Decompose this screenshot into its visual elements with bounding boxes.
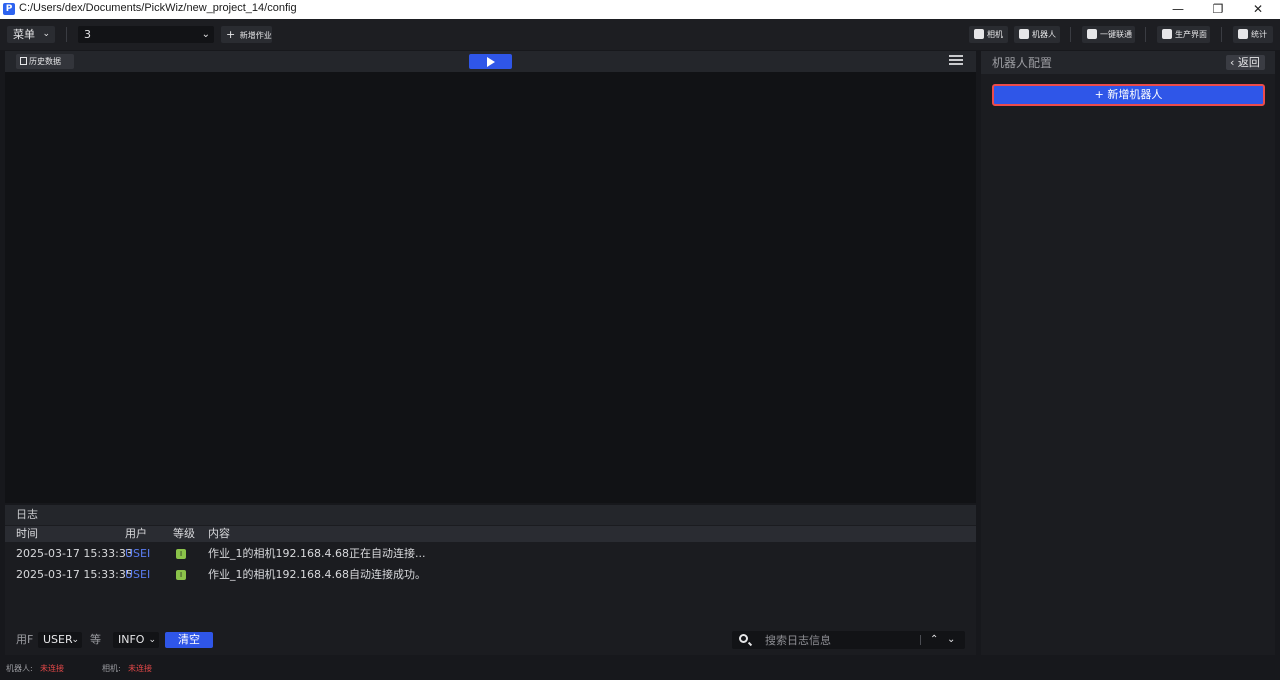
plus-icon: +	[226, 28, 236, 41]
job-select[interactable]: 3 ⌄	[78, 26, 214, 43]
robot-config-panel: 机器人配置 ‹ 返回 + 新增机器人	[981, 51, 1275, 655]
previous-match-button[interactable]: ⌃	[930, 631, 938, 649]
run-button[interactable]	[469, 54, 512, 69]
log-content: 作业_1的相机192.168.4.68自动连接成功。	[208, 568, 426, 581]
column-header-time: 时间	[16, 527, 38, 540]
next-match-button[interactable]: ⌄	[947, 631, 955, 649]
new-job-label: 新增作业	[239, 31, 272, 40]
robot-config-header: 机器人配置 ‹ 返回	[981, 51, 1275, 74]
history-data-label: 历史数据	[29, 57, 61, 66]
app-logo-icon: P	[3, 3, 15, 15]
production-icon	[1162, 29, 1172, 39]
level-filter-label: 等	[90, 633, 101, 646]
log-user: USEI	[125, 568, 151, 581]
user-filter-value: USER	[43, 633, 73, 646]
window-titlebar: P C:/Users/dex/Documents/PickWiz/new_pro…	[0, 0, 1280, 19]
main-view-panel: 历史数据	[5, 51, 976, 503]
camera-icon	[974, 29, 984, 39]
back-label: 返回	[1237, 56, 1260, 69]
minimize-button[interactable]: —	[1158, 0, 1198, 19]
robot-button[interactable]: 机器人	[1014, 26, 1060, 43]
close-button[interactable]: ✕	[1238, 0, 1278, 19]
document-icon	[20, 57, 27, 65]
toolbar-divider	[1145, 27, 1146, 42]
window-title-path: C:/Users/dex/Documents/PickWiz/new_proje…	[19, 2, 297, 14]
log-user: USEI	[125, 547, 151, 560]
back-button[interactable]: ‹ 返回	[1226, 55, 1265, 70]
column-header-content: 内容	[208, 527, 230, 540]
history-data-button[interactable]: 历史数据	[16, 54, 74, 69]
robot-label: 机器人	[1032, 30, 1056, 39]
chevron-down-icon: ⌄	[42, 29, 50, 39]
search-divider	[920, 635, 921, 645]
clear-log-button[interactable]: 清空	[165, 632, 213, 648]
robot-arm-icon	[1019, 29, 1029, 39]
statistics-label: 统计	[1251, 30, 1267, 39]
search-icon	[739, 634, 748, 643]
user-filter-label: 用F	[16, 633, 34, 646]
ai-icon	[1087, 29, 1097, 39]
statistics-button[interactable]: 统计	[1233, 26, 1273, 43]
log-search-box: ⌃ ⌄	[732, 631, 965, 649]
production-view-button[interactable]: 生产界面	[1157, 26, 1210, 43]
camera-status-value: 未连接	[128, 664, 152, 673]
chevron-down-icon: ⌄	[148, 635, 156, 645]
robot-status-label: 机器人:	[6, 664, 33, 673]
log-title: 日志	[5, 505, 976, 525]
log-time: 2025-03-17 15:33:35	[16, 568, 133, 581]
top-toolbar: 菜单 ⌄ 3 ⌄ + 新增作业 相机 机器人 一键联通 生产界面 统计	[0, 19, 1280, 50]
one-click-connect-label: 一键联通	[1100, 30, 1132, 39]
toolbar-divider	[1070, 27, 1071, 42]
add-robot-button[interactable]: + 新增机器人	[992, 84, 1265, 106]
camera-label: 相机	[987, 30, 1003, 39]
log-footer: 用F USER ⌄ 等 INFO ⌄ 清空 ⌃ ⌄	[5, 629, 976, 651]
new-job-button[interactable]: + 新增作业	[221, 26, 272, 43]
column-header-level: 等级	[173, 527, 195, 540]
production-view-label: 生产界面	[1175, 30, 1207, 39]
bar-chart-icon	[1238, 29, 1248, 39]
log-search-input[interactable]	[765, 632, 915, 648]
main-view-header: 历史数据	[5, 51, 976, 72]
job-select-value: 3	[84, 28, 91, 41]
log-time: 2025-03-17 15:33:33	[16, 547, 133, 560]
chevron-left-icon: ‹	[1230, 56, 1235, 69]
column-header-user: 用户	[125, 527, 147, 540]
chevron-down-icon: ⌄	[71, 635, 79, 645]
robot-status-value: 未连接	[40, 664, 64, 673]
level-filter-value: INFO	[118, 633, 145, 646]
toolbar-divider	[1221, 27, 1222, 42]
menu-dropdown[interactable]: 菜单 ⌄	[7, 26, 55, 43]
level-filter-select[interactable]: INFO ⌄	[113, 632, 159, 648]
toolbar-divider	[66, 27, 67, 42]
log-level-badge: I	[176, 549, 186, 559]
log-level-badge: I	[176, 570, 186, 580]
log-table-header: 时间 用户 等级 内容	[5, 526, 976, 542]
camera-status-label: 相机:	[102, 664, 121, 673]
settings-filter-icon[interactable]	[949, 55, 963, 67]
restore-button[interactable]: ❐	[1198, 0, 1238, 19]
panel-title: 机器人配置	[992, 56, 1053, 70]
play-icon	[487, 57, 495, 67]
table-row: 2025-03-17 15:33:35 USEI I 作业_1的相机192.16…	[5, 564, 976, 586]
one-click-connect-button[interactable]: 一键联通	[1082, 26, 1135, 43]
log-content: 作业_1的相机192.168.4.68正在自动连接...	[208, 547, 426, 560]
table-row: 2025-03-17 15:33:33 USEI I 作业_1的相机192.16…	[5, 543, 976, 565]
user-filter-select[interactable]: USER ⌄	[38, 632, 82, 648]
log-panel: 日志 时间 用户 等级 内容 2025-03-17 15:33:33 USEI …	[5, 505, 976, 655]
chevron-down-icon: ⌄	[201, 29, 210, 40]
menu-label: 菜单	[13, 28, 35, 41]
camera-button[interactable]: 相机	[969, 26, 1008, 43]
status-bar: 机器人: 未连接 相机: 未连接	[0, 657, 1280, 680]
